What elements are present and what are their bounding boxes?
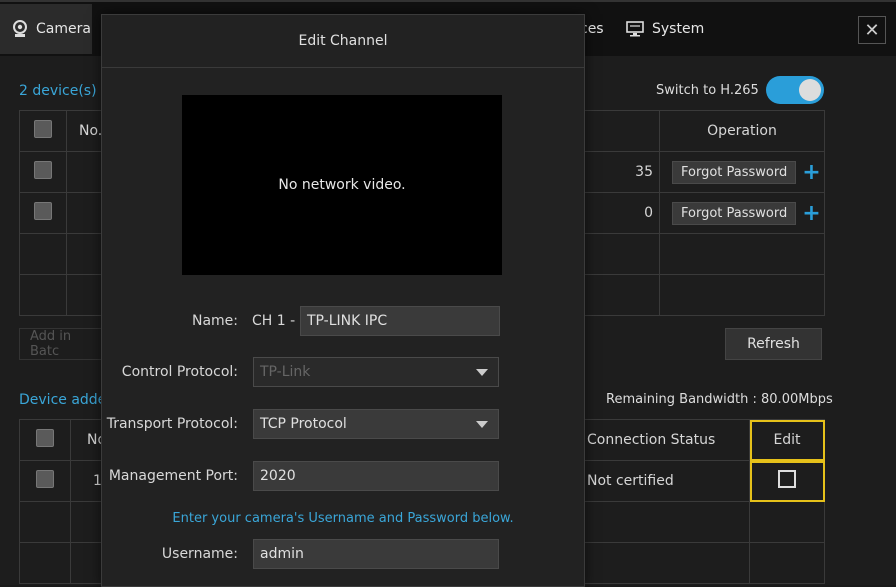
control-protocol-label: Control Protocol: (121, 364, 238, 380)
dialog-title: Edit Channel (102, 15, 584, 68)
name-label: Name: (191, 313, 238, 329)
row-checkbox-cell (19, 460, 71, 502)
refresh-button[interactable]: Refresh (725, 328, 822, 360)
row-partial: 0 (644, 205, 653, 221)
select-all-checkbox[interactable] (34, 120, 52, 138)
select-all-cell (19, 110, 67, 152)
edit-channel-dialog: Edit Channel No network video. Name: CH … (101, 14, 585, 587)
edit-icon[interactable] (778, 470, 796, 488)
close-icon: ✕ (864, 19, 880, 41)
switch-h265-label: Switch to H.265 (656, 83, 759, 98)
device-added-label: Device adde (19, 392, 107, 408)
transport-protocol-row: Transport Protocol: TCP Protocol (102, 409, 584, 441)
select-all-checkbox[interactable] (36, 429, 54, 447)
management-port-row: Management Port: 2020 (102, 461, 584, 493)
forgot-password-button[interactable]: Forgot Password (672, 161, 797, 184)
tab-system-label: System (652, 21, 705, 37)
username-label: Username: (161, 546, 238, 562)
edit-cell (749, 460, 825, 502)
username-input[interactable]: admin (253, 539, 499, 569)
h265-toggle[interactable] (766, 76, 824, 104)
row-operation: Forgot Password + (659, 192, 825, 234)
add-icon[interactable]: + (802, 201, 820, 226)
select-all-cell (19, 419, 71, 461)
row-checkbox[interactable] (34, 202, 52, 220)
row-checkbox-cell (19, 151, 67, 193)
toggle-knob (799, 79, 821, 101)
header-connection-status: Connection Status (587, 432, 716, 448)
forgot-password-button[interactable]: Forgot Password (672, 202, 797, 225)
transport-protocol-value: TCP Protocol (260, 416, 347, 432)
tab-camera[interactable]: Camera (0, 4, 92, 54)
control-protocol-value: TP-Link (260, 364, 311, 380)
chevron-down-icon (476, 421, 488, 428)
name-prefix: CH 1 - (252, 313, 296, 329)
chevron-down-icon (476, 369, 488, 376)
transport-protocol-select[interactable]: TCP Protocol (253, 409, 499, 439)
add-icon[interactable]: + (802, 160, 820, 185)
row-checkbox[interactable] (36, 470, 54, 488)
credentials-hint: Enter your camera's Username and Passwor… (172, 511, 514, 526)
header-operation: Operation (659, 110, 825, 152)
transport-protocol-label: Transport Protocol: (106, 416, 238, 432)
monitor-icon (626, 21, 644, 37)
name-row: Name: CH 1 - TP-LINK IPC (102, 306, 584, 338)
management-port-label: Management Port: (108, 468, 238, 484)
camera-icon (13, 20, 27, 37)
remaining-bandwidth: Remaining Bandwidth : 80.00Mbps (606, 392, 833, 407)
row-checkbox[interactable] (34, 161, 52, 179)
video-preview: No network video. (182, 95, 502, 275)
close-button[interactable]: ✕ (858, 16, 886, 44)
row-checkbox-cell (19, 192, 67, 234)
management-port-input[interactable]: 2020 (253, 461, 499, 491)
header-edit: Edit (749, 419, 825, 461)
add-in-batch-button[interactable]: Add in Batc (19, 328, 103, 360)
control-protocol-select[interactable]: TP-Link (253, 357, 499, 387)
control-protocol-row: Control Protocol: TP-Link (102, 357, 584, 389)
name-input[interactable]: TP-LINK IPC (300, 306, 500, 336)
row-partial: 35 (635, 164, 653, 180)
username-row: Username: admin (102, 539, 584, 571)
row-operation: Forgot Password + (659, 151, 825, 193)
tab-camera-label: Camera (36, 21, 91, 37)
tab-system[interactable]: System (626, 4, 704, 54)
connection-status: Not certified (587, 473, 674, 489)
